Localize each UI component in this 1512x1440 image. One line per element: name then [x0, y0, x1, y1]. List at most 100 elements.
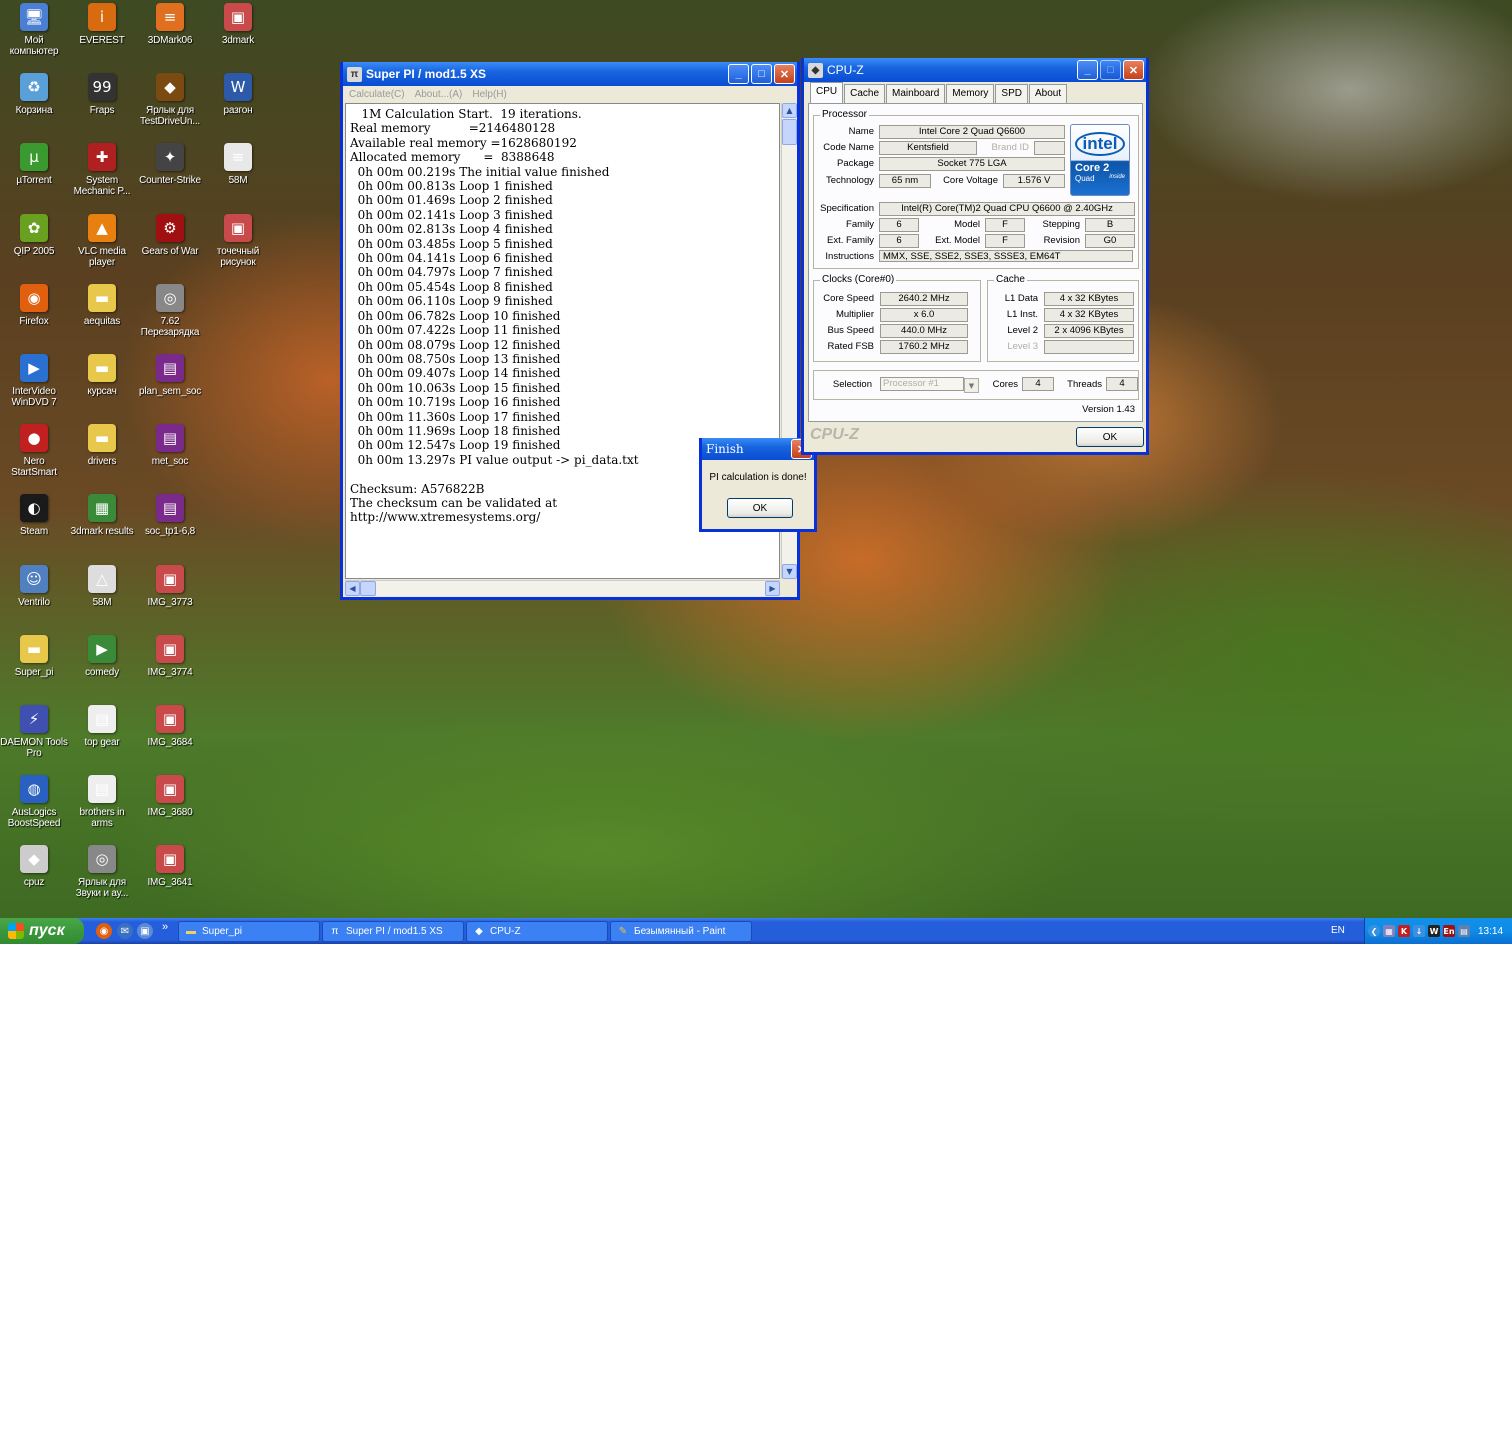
desktop-icon[interactable]: ▬ drivers [68, 424, 136, 467]
desktop-icon[interactable]: ◎ 7.62 Перезарядка [136, 283, 204, 338]
desktop-icon[interactable]: ▣ IMG_3641 [136, 845, 204, 888]
desktop-icon-label: курсач [87, 386, 117, 397]
desktop-icon-label: разгон [223, 105, 253, 117]
cpuz-titlebar[interactable]: ◆ CPU-Z _ □ ✕ [804, 58, 1146, 82]
cpuz-tabs: CPU Cache Mainboard Memory SPD About [810, 82, 1068, 104]
desktop-icon[interactable]: ⚙ Gears of War [136, 213, 204, 257]
tab-cpu[interactable]: CPU [810, 82, 844, 104]
desktop-icon[interactable]: ▤ soc_tp1-6,8 [136, 494, 204, 537]
task-cpuz[interactable]: ◆ CPU-Z [466, 921, 608, 942]
desktop-icon[interactable]: ◆ cpuz [0, 845, 68, 888]
desktop-icon[interactable]: ▣ IMG_3773 [136, 564, 204, 608]
desktop-icon-label: IMG_3773 [147, 596, 193, 608]
task-paint[interactable]: ✎ Безымянный - Paint [610, 921, 752, 942]
menu-calculate[interactable]: Calculate(C) [349, 89, 405, 100]
desktop-icon[interactable]: ◆ Ярлык для TestDriveUn... [136, 73, 204, 127]
selection-dropdown[interactable]: Processor #1 [880, 377, 964, 391]
firefox-quicklaunch-icon[interactable]: ◉ [96, 923, 112, 939]
desktop-icon[interactable]: 🖥 Мой компьютер [0, 3, 68, 57]
tray-torrent-icon[interactable]: ↓ [1413, 925, 1425, 937]
task-superpi[interactable]: π Super PI / mod1.5 XS [322, 921, 464, 942]
desktop-icon[interactable]: ▣ IMG_3680 [136, 775, 204, 818]
horizontal-scrollbar[interactable]: ◀ ▶ [345, 580, 780, 596]
desktop-icon[interactable]: ▶ comedy [68, 634, 136, 678]
desktop-icon[interactable]: ☺ Ventrilo [0, 564, 68, 608]
tray-expand-icon[interactable]: ❮ [1368, 925, 1380, 937]
finish-titlebar[interactable]: Finish ✕ [702, 438, 814, 460]
desktop-icon[interactable]: µ µTorrent [0, 143, 68, 186]
windows-logo-icon [8, 923, 24, 939]
desktop-icon[interactable]: ● Nero StartSmart [0, 424, 68, 478]
desktop-icon[interactable]: ◎ Ярлык для Звуки и ау... [68, 845, 136, 899]
desktop-icon[interactable]: ≡ 3DMark06 [136, 3, 204, 46]
desktop-icon[interactable]: ▤ met_soc [136, 424, 204, 467]
menu-about[interactable]: About...(A) [415, 89, 463, 100]
desktop-icon[interactable]: ▤ top gear [68, 705, 136, 748]
quicklaunch-more-icon[interactable]: » [162, 921, 168, 933]
superpi-titlebar[interactable]: π Super PI / mod1.5 XS _ □ ✕ [343, 62, 797, 86]
desktop-icon[interactable]: Wразгон [204, 73, 272, 116]
menu-help[interactable]: Help(H) [472, 89, 506, 100]
cpuz-minimize-button[interactable]: _ [1077, 60, 1098, 80]
desktop-icon[interactable]: ✦ Counter-Strike [136, 143, 204, 186]
desktop-icon[interactable]: ◐ Steam [0, 494, 68, 537]
desktop-icon[interactable]: ▣ точечный рисунок [204, 213, 272, 268]
scroll-down-icon[interactable]: ▼ [782, 564, 797, 579]
desktop-icon-image: ▬ [88, 354, 116, 382]
cpuz-ok-button[interactable]: OK [1076, 427, 1144, 447]
scroll-thumb[interactable] [782, 119, 797, 145]
task-super-pi-folder[interactable]: ▬ Super_pi [178, 921, 320, 942]
desktop-icon[interactable]: ▲ VLC media player [68, 213, 136, 268]
tray-network-icon[interactable]: ▦ [1383, 925, 1395, 937]
tab-mainboard[interactable]: Mainboard [886, 84, 946, 104]
desktop-icon[interactable]: ▦ 3dmark results [68, 494, 136, 537]
desktop-icon[interactable]: ⚡ DAEMON Tools Pro [0, 705, 68, 759]
desktop-icon[interactable]: ▬ aequitas [68, 283, 136, 327]
finish-ok-button[interactable]: OK [727, 498, 793, 518]
desktop-icon[interactable]: ▶ InterVideo WinDVD 7 [0, 354, 68, 408]
desktop-icon[interactable]: △ 58M [68, 564, 136, 608]
tab-cache[interactable]: Cache [844, 84, 886, 104]
desktop-icon[interactable]: ▣ IMG_3684 [136, 705, 204, 748]
desktop-icon[interactable]: ≡ 58M [204, 143, 272, 186]
tab-memory[interactable]: Memory [946, 84, 995, 104]
start-button[interactable]: пуск [0, 918, 84, 944]
desktop-icon[interactable]: ✚ System Mechanic P... [68, 143, 136, 197]
desktop-icon[interactable]: ◍ AusLogics BoostSpeed [0, 775, 68, 829]
tray-antivirus-icon[interactable]: K [1398, 925, 1410, 937]
minimize-button[interactable]: _ [728, 64, 749, 84]
language-indicator[interactable]: EN [1331, 925, 1345, 936]
desktop-icon[interactable]: ▣ IMG_3774 [136, 634, 204, 678]
scroll-left-icon[interactable]: ◀ [345, 581, 360, 596]
tray-volume-icon[interactable]: ▤ [1458, 925, 1470, 937]
desktop-icon[interactable]: ▣ 3dmark [204, 3, 272, 46]
desktop-icon[interactable]: ✿ QIP 2005 [0, 213, 68, 257]
desktop-icon-image: ◎ [156, 283, 184, 312]
desktop-icon[interactable]: ▬ курсач [68, 354, 136, 397]
desktop-icon-image: ◆ [20, 845, 48, 874]
show-desktop-quicklaunch-icon[interactable]: ▣ [137, 923, 153, 939]
chevron-down-icon[interactable]: ▼ [964, 378, 979, 393]
tray-winamp-icon[interactable]: W [1428, 925, 1440, 937]
scroll-right-icon[interactable]: ▶ [765, 581, 780, 596]
desktop-icon[interactable]: ▤ brothers in arms [68, 775, 136, 829]
scroll-thumb-h[interactable] [360, 581, 376, 596]
tab-about[interactable]: About [1028, 84, 1068, 104]
desktop-icon[interactable]: ▤ plan_sem_soc [136, 354, 204, 397]
clock[interactable]: 13:14 [1478, 926, 1503, 937]
desktop-icon[interactable]: ◉ Firefox [0, 283, 68, 327]
maximize-button[interactable]: □ [751, 64, 772, 84]
desktop-icon[interactable]: ♻ Корзина [0, 73, 68, 116]
close-button[interactable]: ✕ [774, 64, 795, 84]
desktop-icon-label: Fraps [89, 105, 115, 117]
tray-language-icon[interactable]: En [1443, 925, 1455, 937]
busspeed-label: Bus Speed [827, 325, 874, 336]
scroll-up-icon[interactable]: ▲ [782, 103, 797, 118]
cpuz-close-button[interactable]: ✕ [1123, 60, 1144, 80]
desktop-icon[interactable]: ▬ Super_pi [0, 634, 68, 678]
tab-spd[interactable]: SPD [995, 84, 1028, 104]
thunderbird-quicklaunch-icon[interactable]: ✉ [117, 923, 133, 939]
desktop-icon[interactable]: i EVEREST [68, 3, 136, 46]
desktop-icon[interactable]: 99 Fraps [68, 73, 136, 116]
corespeed-label: Core Speed [823, 293, 874, 304]
